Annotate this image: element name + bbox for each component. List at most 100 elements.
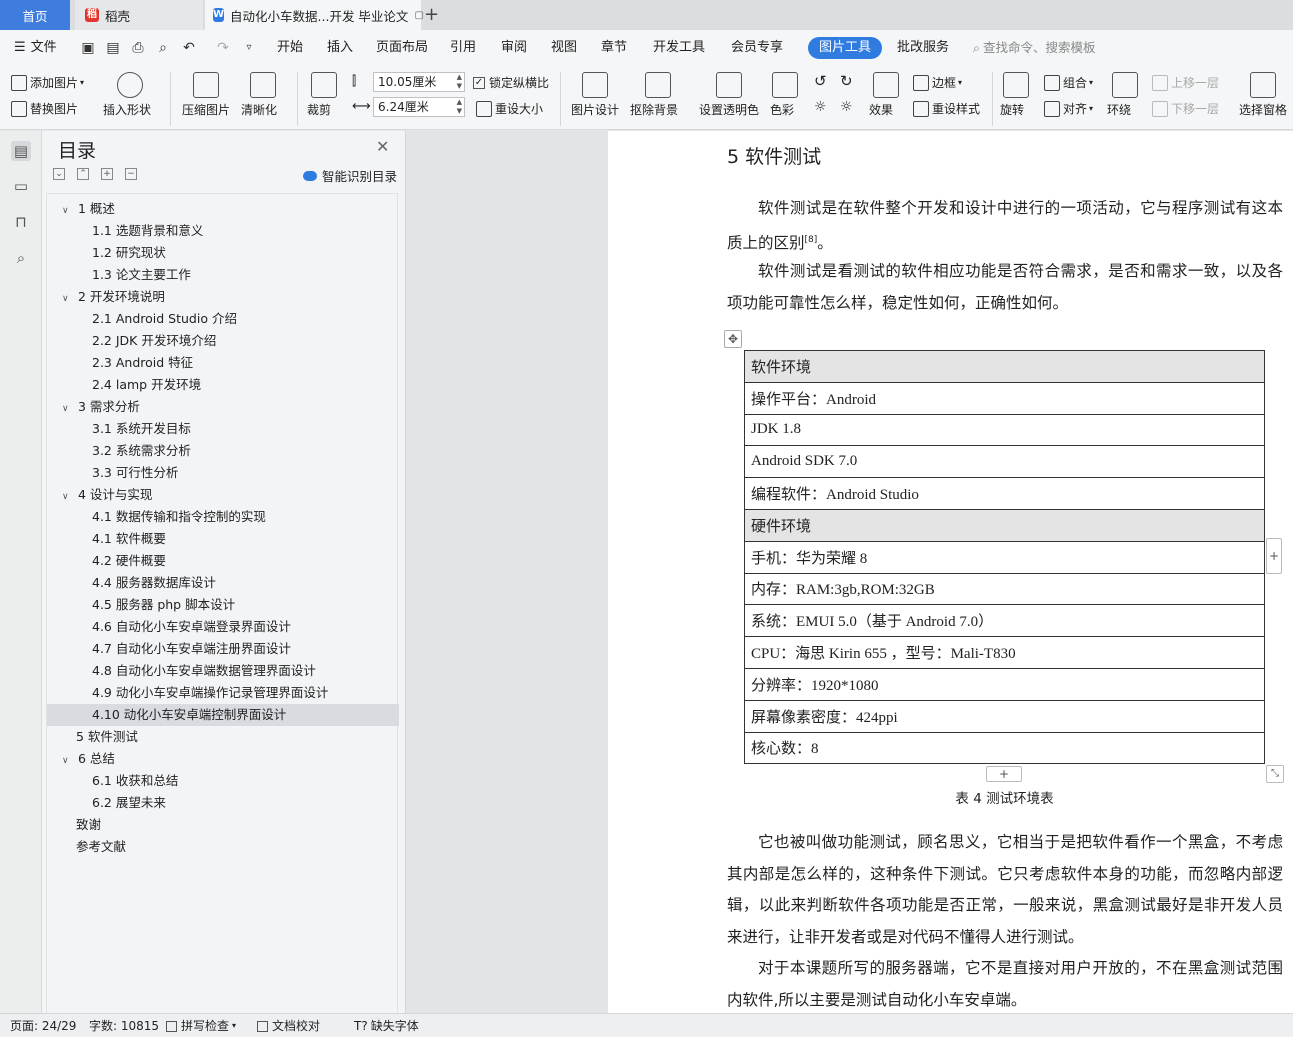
replace-image-button[interactable]: 替换图片: [11, 100, 78, 117]
remove-heading-icon[interactable]: −: [125, 168, 137, 180]
brightness-up-icon[interactable]: ☼: [814, 99, 827, 115]
customize-toolbar-icon[interactable]: ▿: [240, 40, 258, 56]
document-page[interactable]: 5 软件测试 软件测试是在软件整个开发和设计中进行的一项活动，它与程序测试有这本…: [608, 131, 1293, 1013]
reset-size-button[interactable]: 重设大小: [476, 100, 543, 117]
table-cell[interactable]: Android SDK 7.0: [744, 445, 1265, 479]
table-cell[interactable]: 操作平台：Android: [744, 381, 1265, 415]
add-row-button[interactable]: +: [986, 766, 1022, 782]
chevron-down-icon[interactable]: ∨: [62, 486, 74, 508]
paragraph-4[interactable]: 对于本课题所写的服务器端，它不是直接对用户开放的，不在黑盒测试范围内软件,所以主…: [727, 953, 1283, 1013]
new-tab-button[interactable]: +: [424, 4, 439, 25]
undo-icon[interactable]: ↶: [180, 40, 198, 56]
chevron-down-icon[interactable]: ∨: [62, 288, 74, 310]
table-cell[interactable]: 屏幕像素密度：424ppi: [744, 699, 1265, 733]
menu-section[interactable]: 章节: [601, 30, 627, 66]
smart-toc-button[interactable]: 智能识别目录: [303, 166, 397, 185]
table-cell[interactable]: JDK 1.8: [744, 413, 1265, 447]
tab-document[interactable]: W 自动化小车数据...开发 毕业论文 ▢: [205, 0, 424, 30]
table-cell[interactable]: 硬件环境: [744, 508, 1265, 542]
chevron-down-icon[interactable]: ∨: [62, 398, 74, 420]
bookmark-icon[interactable]: ⊓: [11, 212, 31, 232]
find-icon[interactable]: ⌕: [11, 248, 31, 268]
toc-icon[interactable]: ▤: [11, 141, 31, 161]
save-icon[interactable]: ▣: [79, 40, 97, 56]
height-spinner[interactable]: ▲ ▼: [457, 98, 462, 116]
menu-page-layout[interactable]: 页面布局: [376, 30, 428, 66]
command-search[interactable]: ⌕ 查找命令、搜索模板: [973, 30, 1096, 66]
table-resize-handle[interactable]: ⤡: [1266, 765, 1284, 783]
lock-ratio-checkbox[interactable]: ✓ 锁定纵横比: [473, 74, 549, 91]
add-heading-icon[interactable]: +: [101, 168, 113, 180]
toc-item[interactable]: 2.2 JDK 开发环境介绍: [47, 330, 399, 352]
toc-item[interactable]: 2.4 lamp 开发环境: [47, 374, 399, 396]
file-menu[interactable]: ☰ 文件: [14, 30, 57, 66]
redo-icon[interactable]: ↷: [214, 40, 232, 56]
width-spinner[interactable]: ▲ ▼: [457, 73, 462, 91]
table-cell[interactable]: 系统：EMUI 5.0（基于 Android 7.0）: [744, 604, 1265, 638]
table-cell[interactable]: CPU：海思 Kirin 655 ，型号：Mali-T830: [744, 636, 1265, 669]
tab-home[interactable]: 首页: [0, 0, 70, 30]
word-count[interactable]: 字数: 10815: [89, 1014, 159, 1037]
tab-daoke[interactable]: 稻稻壳: [75, 0, 203, 30]
paragraph-3[interactable]: 它也被叫做功能测试，顾名思义，它相当于是把软件看作一个黑盒，不考虑其内部是怎么样…: [727, 827, 1283, 953]
menu-start[interactable]: 开始: [277, 30, 303, 66]
table-cell[interactable]: 手机：华为荣耀 8: [744, 540, 1265, 574]
toc-item[interactable]: 2.1 Android Studio 介绍: [47, 308, 399, 330]
toc-item[interactable]: 4.6 自动化小车安卓端登录界面设计: [47, 616, 399, 638]
toc-item[interactable]: 4.10 动化小车安卓端控制界面设计: [47, 704, 399, 726]
toc-item[interactable]: 4.7 自动化小车安卓端注册界面设计: [47, 638, 399, 660]
menu-developer[interactable]: 开发工具: [653, 30, 705, 66]
toc-item[interactable]: 4.9 动化小车安卓端操作记录管理界面设计: [47, 682, 399, 704]
rotate-left-icon[interactable]: ↺: [814, 72, 827, 90]
bring-forward-button[interactable]: 上移一层: [1152, 74, 1219, 91]
send-backward-button[interactable]: 下移一层: [1152, 100, 1219, 117]
width-field[interactable]: 10.05厘米 ▲ ▼: [373, 72, 465, 92]
menu-review[interactable]: 审阅: [501, 30, 527, 66]
test-environment-table[interactable]: 软件环境 操作平台：Android JDK 1.8 Android SDK 7.0 编程…: [744, 350, 1265, 765]
paragraph-2[interactable]: 软件测试是看测试的软件相应功能是否符合需求，是否和需求一致，以及各项功能可靠性怎…: [727, 256, 1283, 319]
toc-item[interactable]: 4.1 软件概要: [47, 528, 399, 550]
menu-picture-tools[interactable]: 图片工具: [808, 37, 882, 59]
table-cell[interactable]: 编程软件：Android Studio: [744, 477, 1265, 510]
toc-item[interactable]: 5 软件测试: [47, 726, 399, 748]
toc-item[interactable]: 4.5 服务器 php 脚本设计: [47, 594, 399, 616]
toc-item[interactable]: 1.1 选题背景和意义: [47, 220, 399, 242]
add-column-button[interactable]: +: [1266, 538, 1282, 574]
expand-all-icon[interactable]: ⌄: [53, 168, 65, 180]
print-icon[interactable]: ⎙: [129, 40, 147, 56]
align-button[interactable]: 对齐 ▾: [1044, 100, 1093, 117]
toc-item[interactable]: 3.2 系统需求分析: [47, 440, 399, 462]
toc-item[interactable]: 4.8 自动化小车安卓端数据管理界面设计: [47, 660, 399, 682]
toc-item[interactable]: 6.1 收获和总结: [47, 770, 399, 792]
toc-item[interactable]: 1.3 论文主要工作: [47, 264, 399, 286]
table-cell[interactable]: 内存：RAM:3gb,ROM:32GB: [744, 572, 1265, 606]
collapse-all-icon[interactable]: ⌃: [77, 168, 89, 180]
toc-item[interactable]: 6.2 展望未来: [47, 792, 399, 814]
add-image-button[interactable]: 添加图片 ▾: [11, 74, 84, 91]
paragraph-1[interactable]: 软件测试是在软件整个开发和设计中进行的一项活动，它与程序测试有这本质上的区别[8…: [727, 193, 1283, 259]
chevron-down-icon[interactable]: ∨: [62, 200, 74, 222]
height-field[interactable]: 6.24厘米 ▲ ▼: [373, 97, 465, 117]
table-cell[interactable]: 核心数：8: [744, 731, 1265, 765]
export-pdf-icon[interactable]: ▤: [104, 40, 122, 56]
section-nav-icon[interactable]: ▭: [11, 176, 31, 196]
menu-view[interactable]: 视图: [551, 30, 577, 66]
toc-item[interactable]: ∨ 4 设计与实现: [47, 484, 399, 506]
toc-item[interactable]: ∨ 2 开发环境说明: [47, 286, 399, 308]
toc-item[interactable]: 参考文献: [47, 836, 399, 858]
toc-item[interactable]: 3.3 可行性分析: [47, 462, 399, 484]
tab-pin-icon[interactable]: ▢: [414, 10, 423, 21]
toc-item[interactable]: 4.2 硬件概要: [47, 550, 399, 572]
table-move-handle[interactable]: ✥: [724, 330, 742, 348]
toc-item[interactable]: ∨ 1 概述: [47, 198, 399, 220]
toc-item[interactable]: 4.4 服务器数据库设计: [47, 572, 399, 594]
missing-font-button[interactable]: T? 缺失字体: [354, 1014, 419, 1037]
toc-item[interactable]: 3.1 系统开发目标: [47, 418, 399, 440]
table-cell[interactable]: 分辨率：1920*1080: [744, 667, 1265, 701]
brightness-down-icon[interactable]: ☼: [840, 99, 853, 115]
close-icon[interactable]: ✕: [376, 137, 389, 156]
toc-item[interactable]: 致谢: [47, 814, 399, 836]
table-cell[interactable]: 软件环境: [744, 350, 1265, 383]
toc-item[interactable]: 4.1 数据传输和指令控制的实现: [47, 506, 399, 528]
toc-item[interactable]: ∨ 6 总结: [47, 748, 399, 770]
